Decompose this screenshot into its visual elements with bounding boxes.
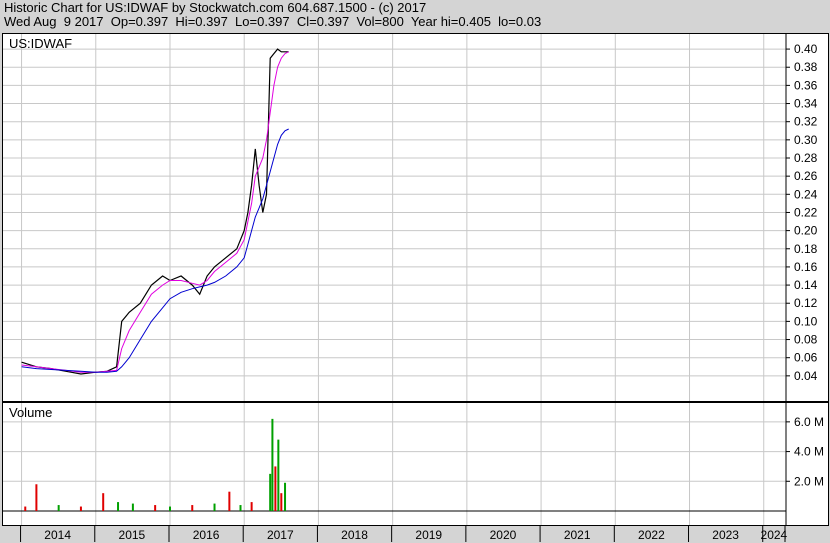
year-tick-label: 2018	[341, 528, 368, 542]
volume-chart: 2.0 M 4.0 M 6.0 M	[3, 403, 824, 525]
year-tick-label: 2024	[761, 528, 788, 542]
year-tick-label: 2015	[119, 528, 146, 542]
year-tick-label: 2020	[490, 528, 517, 542]
price-y-tick-label: 0.36	[794, 78, 818, 92]
volume-label: Volume	[9, 405, 53, 420]
price-y-tick-label: 0.06	[794, 351, 818, 365]
year-tick-label: 2019	[415, 528, 442, 542]
symbol-label: US:IDWAF	[9, 36, 73, 51]
price-series-line-0	[21, 48, 289, 375]
year-axis-svg: 2014 2015 2016 2017 2018 2019 2020 2021 2022 2023…	[20, 526, 788, 542]
price-y-tick-label: 0.40	[794, 42, 818, 56]
year-axis: 2014 2015 2016 2017 2018 2019 2020 2021 2022 2023…	[2, 526, 827, 542]
price-y-tick-label: 0.38	[794, 60, 818, 74]
price-y-tick-label: 0.18	[794, 242, 818, 256]
chart-header-quote: Wed Aug 9 2017 Op=0.397 Hi=0.397 Lo=0.39…	[4, 14, 542, 29]
price-y-tick-label: 0.08	[794, 333, 818, 347]
price-y-tick-label: 0.34	[794, 97, 818, 111]
volume-y-tick-label: 4.0 M	[794, 445, 824, 459]
volume-y-tick-label: 6.0 M	[794, 415, 824, 429]
volume-y-tick-label: 2.0 M	[794, 474, 824, 488]
price-y-tick-label: 0.24	[794, 187, 818, 201]
price-y-tick-label: 0.16	[794, 260, 818, 274]
price-y-tick-label: 0.10	[794, 314, 818, 328]
price-y-tick-label: 0.12	[794, 296, 818, 310]
volume-panel: 2.0 M 4.0 M 6.0 M Volume	[2, 402, 829, 526]
price-y-tick-label: 0.22	[794, 205, 818, 219]
year-tick-label: 2021	[564, 528, 591, 542]
price-y-tick-label: 0.20	[794, 224, 818, 238]
price-panel: 0.04 0.06 0.08 0.10 0.12 0.14 0.16 0.18 0.20 0.22…	[2, 33, 829, 402]
year-tick-label: 2016	[193, 528, 220, 542]
price-chart: 0.04 0.06 0.08 0.10 0.12 0.14 0.16 0.18 0.20 0.22…	[3, 34, 818, 401]
year-tick-label: 2023	[712, 528, 739, 542]
price-y-tick-label: 0.26	[794, 169, 818, 183]
price-y-tick-label: 0.14	[794, 278, 818, 292]
price-series-line-2	[21, 128, 289, 373]
chart-header-title: Historic Chart for US:IDWAF by Stockwatc…	[4, 0, 427, 15]
year-tick-label: 2022	[638, 528, 665, 542]
price-y-tick-label: 0.04	[794, 369, 818, 383]
year-tick-label: 2014	[44, 528, 71, 542]
year-tick-label: 2017	[267, 528, 294, 542]
price-y-tick-label: 0.30	[794, 133, 818, 147]
price-y-tick-label: 0.32	[794, 115, 818, 129]
price-y-tick-label: 0.28	[794, 151, 818, 165]
